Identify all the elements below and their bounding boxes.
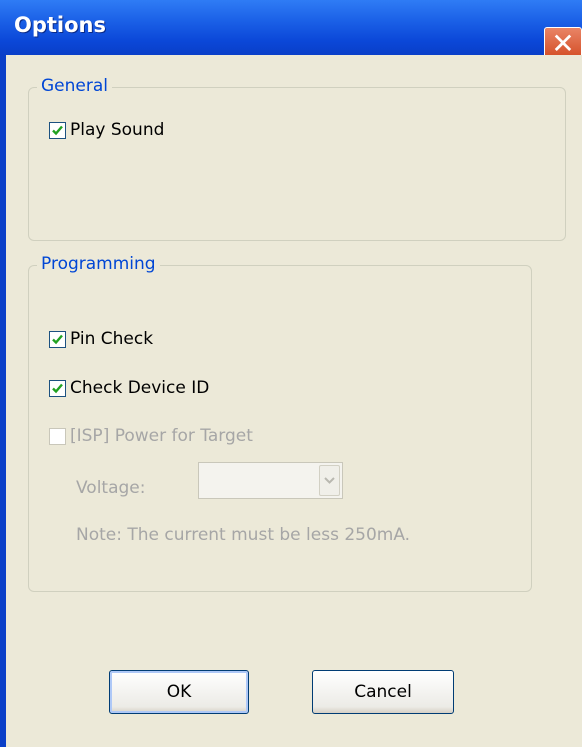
chevron-down-icon bbox=[324, 477, 335, 484]
play-sound-label: Play Sound bbox=[70, 120, 165, 140]
current-note: Note: The current must be less 250mA. bbox=[76, 525, 411, 545]
isp-power-checkbox[interactable]: [ISP] Power for Target bbox=[49, 426, 253, 446]
voltage-label: Voltage: bbox=[76, 478, 146, 498]
check-device-id-label: Check Device ID bbox=[70, 378, 210, 398]
voltage-select[interactable] bbox=[198, 462, 343, 499]
options-dialog: Options ✕ General Play Sound Programming… bbox=[0, 0, 582, 747]
pin-check-label: Pin Check bbox=[70, 329, 154, 349]
ok-label: OK bbox=[166, 682, 192, 702]
isp-power-label: [ISP] Power for Target bbox=[70, 426, 253, 446]
window-title: Options bbox=[14, 13, 106, 37]
pin-check-checkbox[interactable]: Pin Check bbox=[49, 329, 153, 349]
check-device-id-checkbox[interactable]: Check Device ID bbox=[49, 378, 209, 398]
isp-power-checkbox-box bbox=[49, 427, 66, 445]
programming-group-label: Programming bbox=[37, 254, 160, 274]
general-group-label: General bbox=[37, 76, 112, 96]
cancel-button[interactable]: Cancel bbox=[312, 670, 454, 714]
voltage-dropdown-button[interactable] bbox=[319, 465, 340, 496]
play-sound-check-icon bbox=[49, 121, 66, 139]
ok-button[interactable]: OK bbox=[109, 670, 249, 714]
pin-check-check-icon bbox=[49, 330, 66, 348]
check-device-id-check-icon bbox=[49, 379, 66, 397]
play-sound-checkbox[interactable]: Play Sound bbox=[49, 120, 164, 140]
cancel-label: Cancel bbox=[354, 682, 412, 702]
general-group: General bbox=[28, 76, 566, 241]
title-bar[interactable]: Options bbox=[0, 0, 582, 55]
